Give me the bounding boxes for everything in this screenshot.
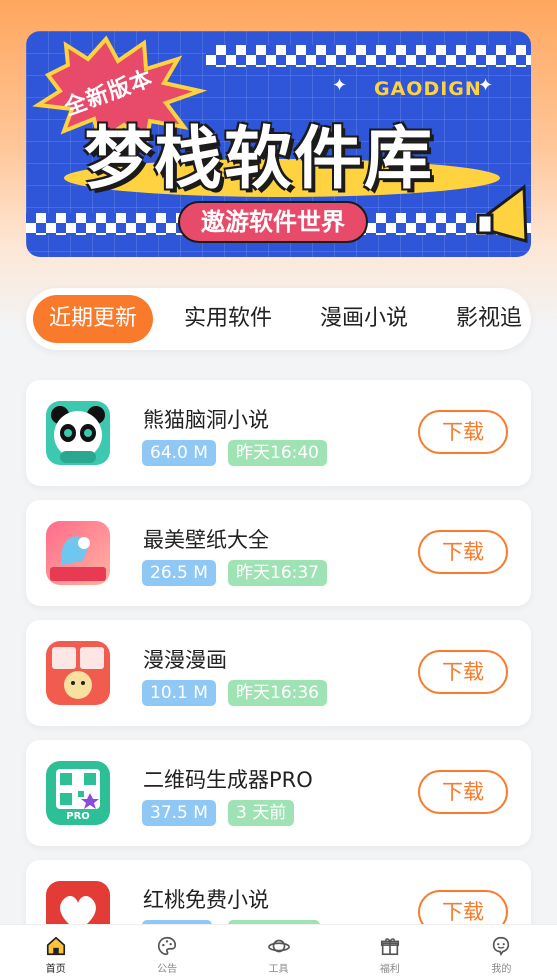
- app-icon-label: PRO: [66, 811, 90, 822]
- app-card[interactable]: 最美壁纸大全 26.5 M 昨天16:37 下载: [26, 500, 531, 606]
- app-date-tag: 昨天16:40: [228, 440, 327, 466]
- tab-recent[interactable]: 近期更新: [33, 295, 154, 343]
- app-size-tag: 26.5 M: [142, 560, 216, 586]
- category-tabs: 近期更新 实用软件 漫画小说 影视追: [26, 288, 531, 350]
- nav-label: 公告: [157, 964, 178, 975]
- app-size-tag: 37.5 M: [142, 800, 216, 826]
- app-date-tag: 3 天前: [228, 800, 295, 826]
- nav-perks[interactable]: 福利: [334, 925, 445, 980]
- home-icon: [46, 936, 65, 956]
- bottom-navigation: 首页 公告 工具 福利 我的: [0, 924, 557, 980]
- banner-brand: GAODIGN: [374, 78, 482, 100]
- app-card[interactable]: PRO 二维码生成器PRO 37.5 M 3 天前 下载: [26, 740, 531, 846]
- nav-home[interactable]: 首页: [0, 925, 111, 980]
- tab-comics-novels[interactable]: 漫画小说: [304, 295, 424, 343]
- app-name: 漫漫漫画: [143, 648, 227, 672]
- wallpaper-icon: [46, 521, 110, 585]
- app-size-tag: 10.1 M: [142, 680, 216, 706]
- download-button[interactable]: 下载: [418, 650, 508, 694]
- sparkle-icon: ✦: [478, 75, 494, 96]
- panda-icon: [46, 401, 110, 465]
- app-card[interactable]: 漫漫漫画 10.1 M 昨天16:36 下载: [26, 620, 531, 726]
- planet-icon: [267, 939, 290, 953]
- nav-profile[interactable]: 我的: [446, 925, 557, 980]
- user-chat-icon: [493, 936, 510, 957]
- nav-label: 首页: [45, 964, 66, 975]
- palette-icon: [158, 936, 177, 956]
- app-name: 熊猫脑洞小说: [143, 408, 269, 432]
- banner-checker-top: [206, 45, 531, 67]
- app-name: 红桃免费小说: [143, 888, 269, 912]
- megaphone-icon: [476, 184, 528, 243]
- app-name: 最美壁纸大全: [143, 528, 269, 552]
- download-button[interactable]: 下载: [418, 770, 508, 814]
- banner-title: 梦栈软件库: [84, 120, 435, 199]
- nav-label: 工具: [268, 964, 289, 975]
- nav-label: 我的: [491, 964, 512, 975]
- nav-label: 福利: [379, 964, 400, 975]
- sparkle-icon: ✦: [332, 75, 348, 96]
- qrcode-icon: PRO: [46, 761, 110, 825]
- download-button[interactable]: 下载: [418, 530, 508, 574]
- tab-utilities[interactable]: 实用软件: [168, 295, 288, 343]
- app-date-tag: 昨天16:36: [228, 680, 327, 706]
- download-button[interactable]: 下载: [418, 410, 508, 454]
- tab-video[interactable]: 影视追: [440, 295, 531, 343]
- app-name: 二维码生成器PRO: [143, 768, 313, 792]
- comic-icon: [46, 641, 110, 705]
- app-card[interactable]: 熊猫脑洞小说 64.0 M 昨天16:40 下载: [26, 380, 531, 486]
- nav-notice[interactable]: 公告: [111, 925, 222, 980]
- gift-icon: [380, 938, 399, 956]
- promo-banner[interactable]: 全新版本 ✦ GAODIGN ✦ 梦栈软件库 遨游软件世界: [26, 31, 531, 257]
- app-size-tag: 64.0 M: [142, 440, 216, 466]
- nav-tools[interactable]: 工具: [223, 925, 334, 980]
- banner-subtitle: 遨游软件世界: [178, 201, 368, 243]
- app-date-tag: 昨天16:37: [228, 560, 327, 586]
